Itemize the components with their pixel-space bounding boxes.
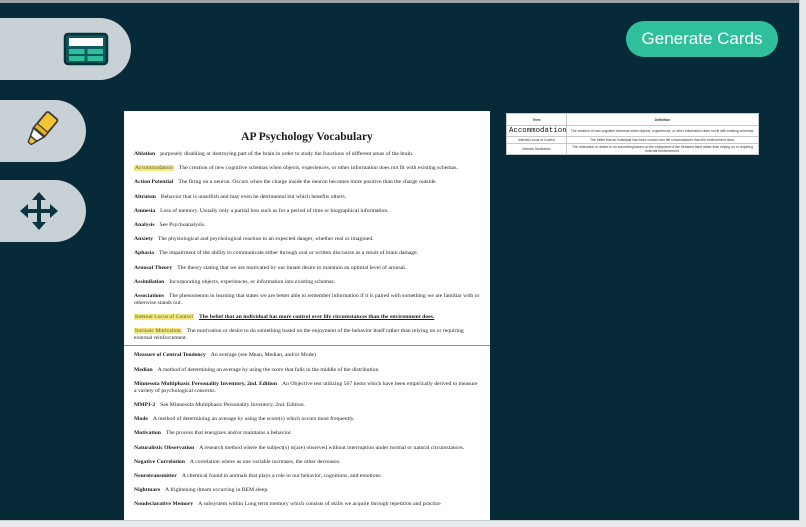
vocabulary-definition: The process that energizes and/or mainta… <box>165 430 292 437</box>
vocabulary-term[interactable]: Naturalistic Observation <box>134 445 194 451</box>
cards-table-header: Term Definition <box>506 113 759 126</box>
vocabulary-definition: A subsystem within Long term memory whic… <box>198 501 441 508</box>
vocabulary-entry: Arousal Theory The theory stating that we… <box>134 265 480 272</box>
vocabulary-definition: purposely disabling or destroying part o… <box>160 151 414 157</box>
vocabulary-term[interactable]: Altruism <box>134 194 156 200</box>
vocabulary-definition: Behavior that is unselfish and may even … <box>160 193 347 200</box>
move-tool-button[interactable] <box>0 180 86 242</box>
page-break-divider <box>124 345 490 347</box>
highlighted-term[interactable]: Intrinsic Motivation <box>134 328 182 335</box>
vocabulary-entry: Motivation The process that energizes and… <box>134 430 480 437</box>
highlighted-term[interactable]: Accommodation <box>134 165 174 172</box>
vocabulary-definition: A research method where the subject(s) i… <box>199 444 465 451</box>
vocabulary-term[interactable]: Negative Correlation <box>134 459 185 465</box>
vocabulary-term[interactable]: Associations <box>134 293 164 299</box>
vocabulary-entry: Nondeclarative Memory A subsystem within … <box>134 501 480 508</box>
vocabulary-definition: A method of determining an average by us… <box>152 416 355 423</box>
vocabulary-definition: The belief that an individual has more c… <box>198 314 435 321</box>
vocabulary-term[interactable]: Nondeclarative Memory <box>134 501 193 507</box>
vocabulary-entry: Neurotransmitter A chemical found in anim… <box>134 473 480 480</box>
vocabulary-entry: Intrinsic Motivation The motivation or de… <box>134 328 480 342</box>
vocabulary-term[interactable]: Median <box>134 367 153 373</box>
card-term-cell: Accommodation <box>506 125 567 137</box>
vocabulary-term[interactable]: Analysis <box>134 222 155 228</box>
vocabulary-definition: Incorporating objects, experiences, or i… <box>169 278 336 285</box>
move-arrows-icon <box>20 192 58 230</box>
table-view-tool-button[interactable] <box>0 18 131 80</box>
vocabulary-entry: Altruism Behavior that is unselfish and m… <box>134 194 480 201</box>
vocabulary-term[interactable]: Neurotransmitter <box>134 473 177 479</box>
vocabulary-entry: Internal Locus of Control The belief that… <box>134 314 480 321</box>
card-term-cell: Internal Locus of Control <box>506 136 567 144</box>
vocabulary-term[interactable]: Minnesota Multiphasic Personality Invent… <box>134 381 277 387</box>
cards-table-body: Accommodation The creation of new cogniti… <box>506 125 759 155</box>
vocabulary-entry: Amnesia Loss of memory. Usually only a pa… <box>134 208 480 215</box>
vocabulary-entry: Accommodation The creation of new cogniti… <box>134 165 480 172</box>
table-icon <box>63 32 109 66</box>
app-window: Generate Cards AP Psychology Vocabulary … <box>0 0 800 521</box>
vocabulary-entry: Associations The phenomenon in learning t… <box>134 293 480 307</box>
document-title: AP Psychology Vocabulary <box>241 131 373 143</box>
vocabulary-definition: The theory stating that we are motivated… <box>177 264 407 271</box>
vocabulary-entry: Anxiety The physiological and psychologic… <box>134 236 480 243</box>
vocabulary-definition: The physiological and psychological reac… <box>157 236 374 243</box>
top-edge <box>0 0 799 3</box>
vocabulary-definition: The phenomenon in learning that states w… <box>134 292 480 306</box>
vocabulary-entry: Minnesota Multiphasic Personality Invent… <box>134 381 480 395</box>
term-column-header: Term <box>506 113 567 126</box>
vocabulary-entry: Analysis See Psychoanalysis. <box>134 222 480 229</box>
vocabulary-term[interactable]: Amnesia <box>134 208 155 214</box>
card-row[interactable]: Intrinsic Motivation The motivation or de… <box>506 143 759 155</box>
vocabulary-definition: An average (see Mean, Median, and/or Mod… <box>210 352 316 359</box>
vocabulary-term[interactable]: MMPI-2 <box>134 402 155 408</box>
vocabulary-entry: Assimilation Incorporating objects, exper… <box>134 279 480 286</box>
vocabulary-definition: A chemical found in animals that plays a… <box>181 472 383 479</box>
vocabulary-definition: A correlation where as one variable incr… <box>189 458 341 465</box>
vocabulary-definition: The creation of new cognitive schemas wh… <box>178 165 458 172</box>
card-definition-cell: The motivation or desire to do something… <box>566 143 759 155</box>
vocabulary-term[interactable]: Nightmare <box>134 487 160 493</box>
vocabulary-term[interactable]: Aphasia <box>134 250 154 256</box>
vocabulary-term[interactable]: Mode <box>134 416 148 422</box>
vocabulary-entry: Naturalistic Observation A research metho… <box>134 445 480 452</box>
highlighter-tool-button[interactable] <box>0 100 86 162</box>
vocabulary-definition: The firing on a neuron. Occurs when the … <box>178 179 437 186</box>
generate-cards-button[interactable]: Generate Cards <box>626 21 778 57</box>
vocabulary-entry: Action Potential The firing on a neuron. … <box>134 179 480 186</box>
vocabulary-term[interactable]: Motivation <box>134 430 161 436</box>
vocabulary-entry: Ablation purposely disabling or destroyin… <box>134 151 480 158</box>
vocabulary-entry: Negative Correlation A correlation where … <box>134 459 480 466</box>
vocabulary-list: Ablation purposely disabling or destroyin… <box>124 151 490 508</box>
vocabulary-term[interactable]: Arousal Theory <box>134 265 172 271</box>
card-definition-cell: The belief that an individual has more c… <box>566 136 759 144</box>
vocabulary-definition: The impairment of the ability to communi… <box>158 250 419 257</box>
vocabulary-entry: Aphasia The impairment of the ability to … <box>134 250 480 257</box>
vocabulary-definition: A frightening dream occurring in REM sle… <box>165 487 269 494</box>
vocabulary-term[interactable]: Measure of Central Tendency <box>134 352 206 358</box>
vocabulary-definition: Loss of memory. Usually only a partial l… <box>160 207 389 214</box>
vocabulary-entry: MMPI-2 See Minnesota Multiphasic Personal… <box>134 402 480 409</box>
vocabulary-entry: Median A method of determining an average… <box>134 367 480 374</box>
vocabulary-definition: See Minnesota Multiphasic Personality In… <box>160 402 305 408</box>
card-row[interactable]: Internal Locus of Control The belief that… <box>506 136 759 144</box>
vocabulary-entry: Mode A method of determining an average b… <box>134 416 480 423</box>
vocabulary-definition: A method of determining an average by us… <box>157 366 380 373</box>
vocabulary-entry: Nightmare A frightening dream occurring i… <box>134 487 480 494</box>
highlighter-icon <box>27 111 59 146</box>
vocabulary-term[interactable]: Ablation <box>134 151 155 157</box>
card-definition-cell: The creation of new cognitive schemas wh… <box>566 125 759 137</box>
definition-column-header: Definition <box>566 113 759 126</box>
document-page[interactable]: AP Psychology Vocabulary Ablation purpose… <box>124 111 490 520</box>
vocabulary-term[interactable]: Anxiety <box>134 236 153 242</box>
card-term-cell: Intrinsic Motivation <box>506 143 567 155</box>
vocabulary-definition: The motivation or desire to do something… <box>134 328 464 342</box>
cards-table-panel: Term Definition Accommodation The creatio… <box>506 113 759 155</box>
cards-table: Term Definition Accommodation The creatio… <box>506 113 759 155</box>
vocabulary-term[interactable]: Assimilation <box>134 279 164 285</box>
vocabulary-term[interactable]: Action Potential <box>134 179 173 185</box>
card-row[interactable]: Accommodation The creation of new cogniti… <box>506 125 759 137</box>
vocabulary-definition: See Psychoanalysis. <box>159 221 206 228</box>
vocabulary-entry: Measure of Central Tendency An average (s… <box>134 352 480 359</box>
highlighted-term[interactable]: Internal Locus of Control <box>134 314 194 321</box>
